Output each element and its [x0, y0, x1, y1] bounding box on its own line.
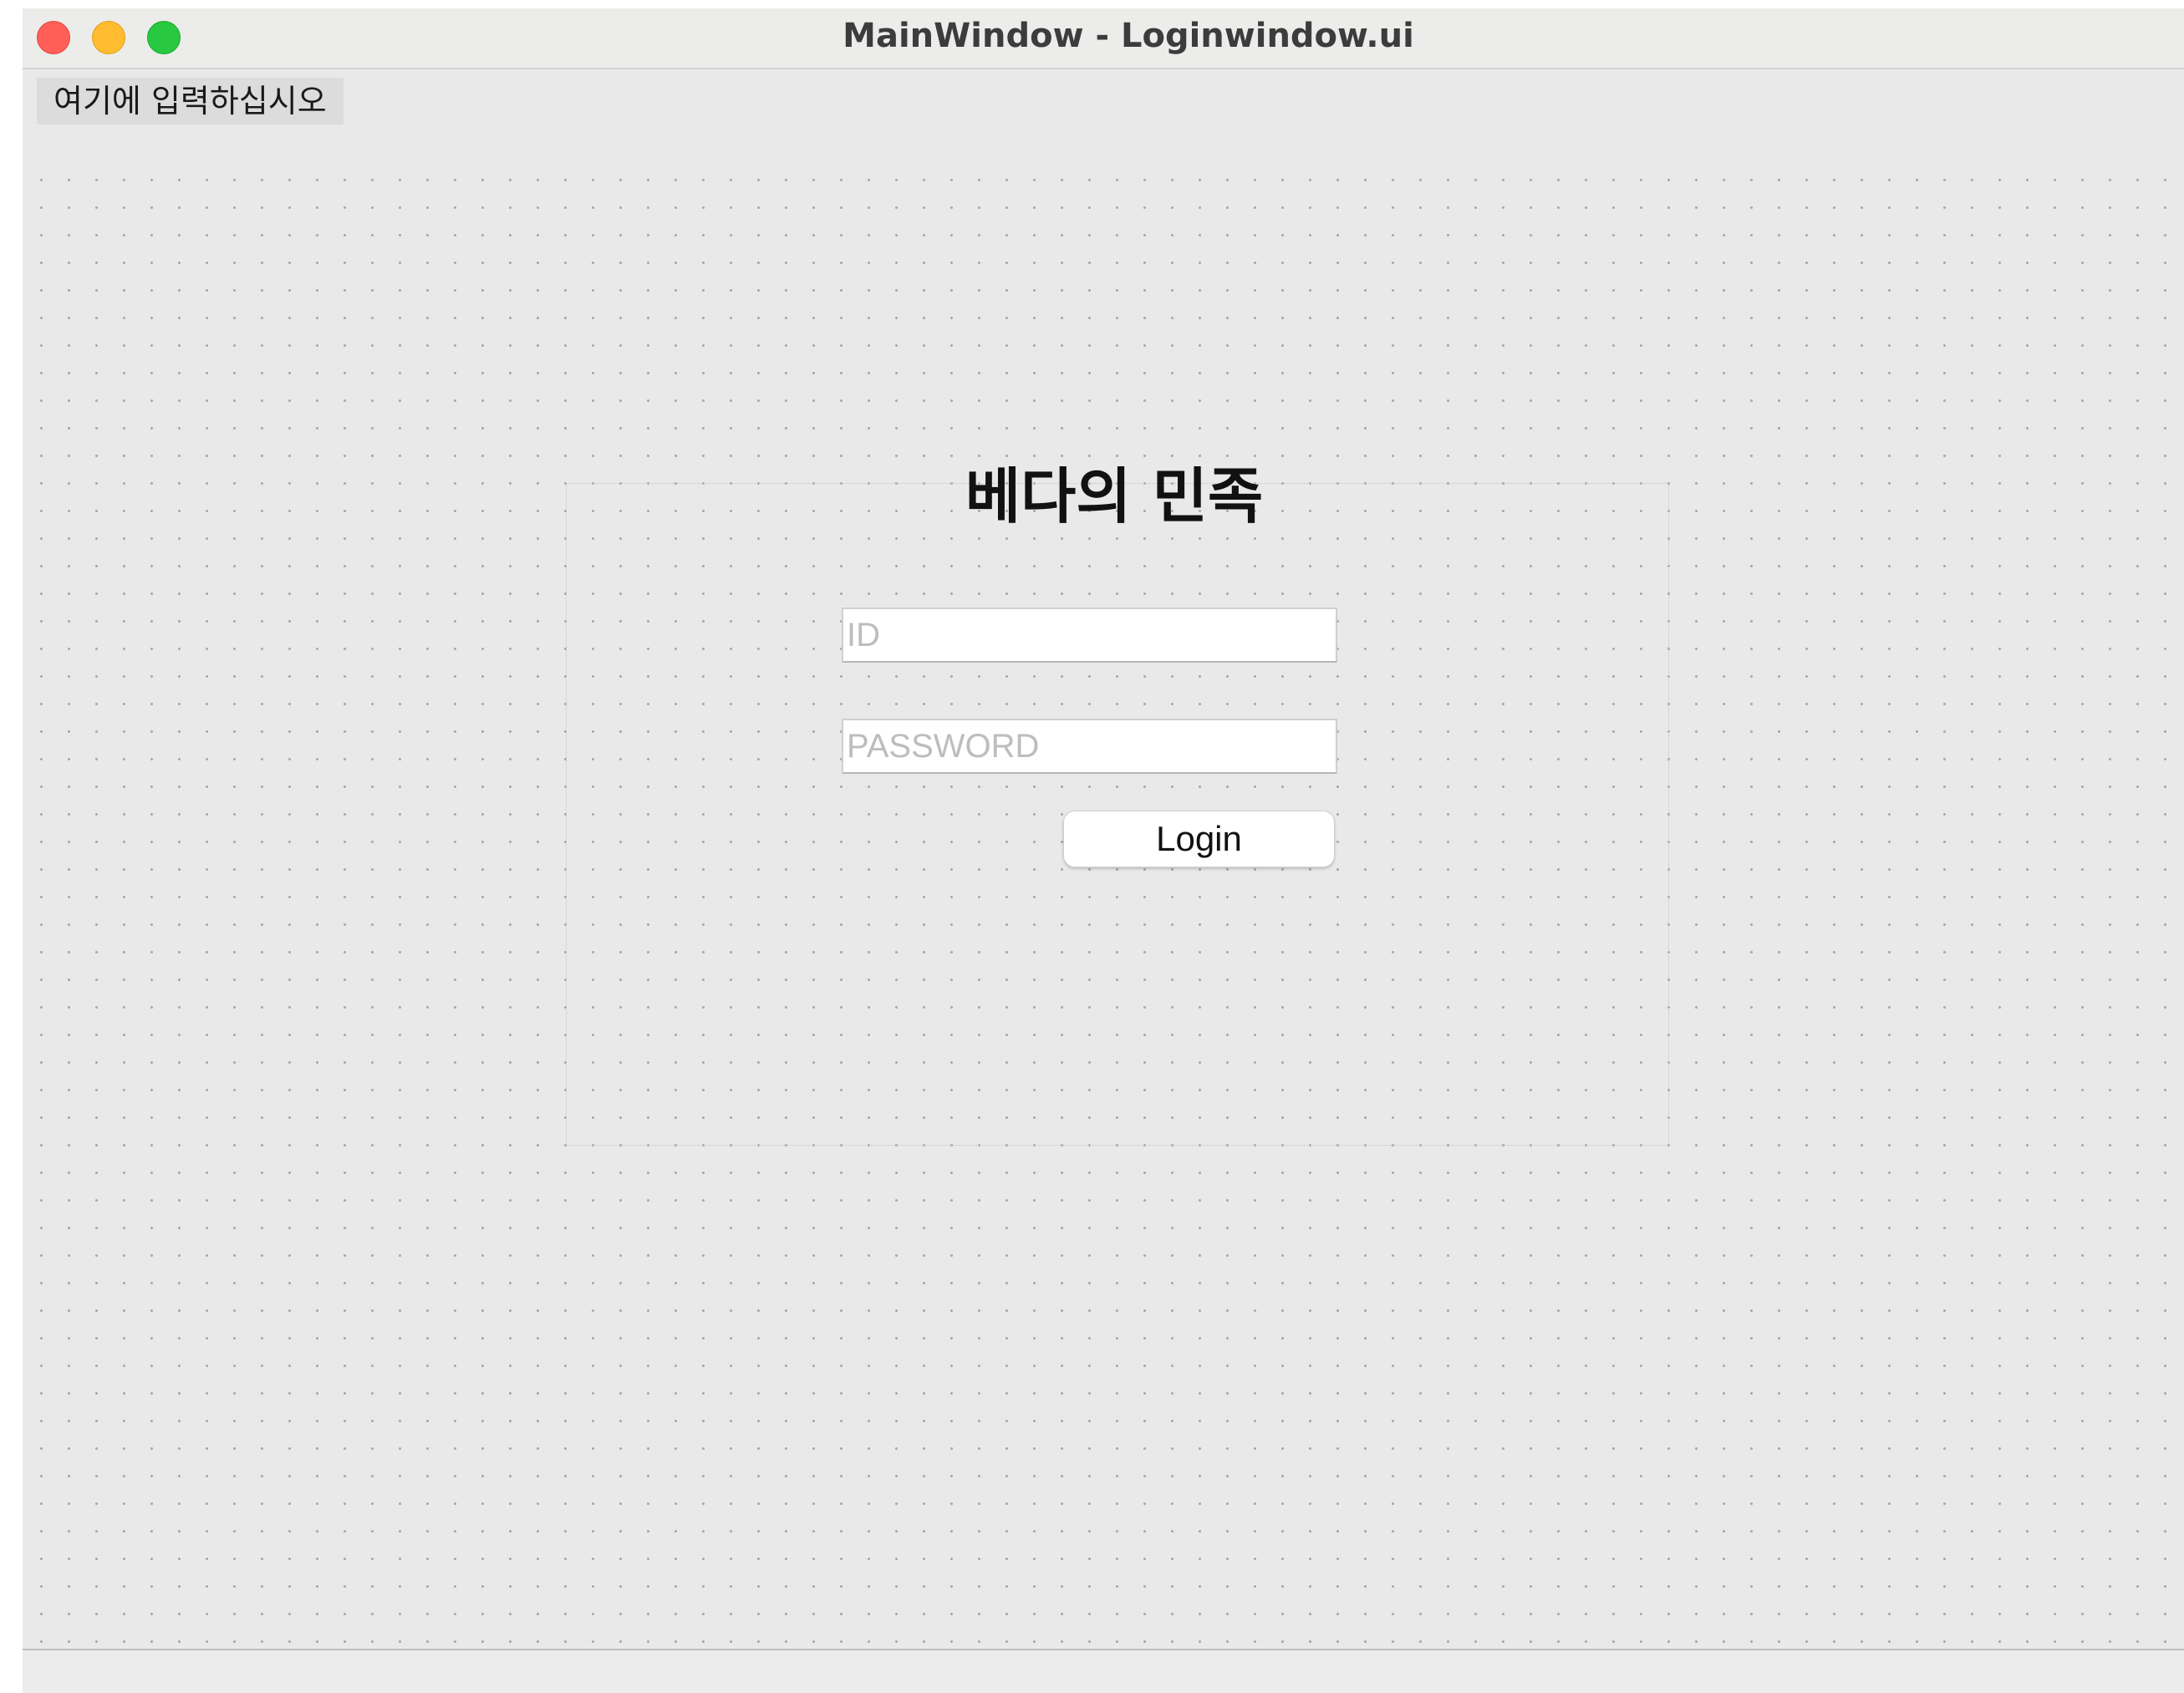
menu-bar: 여기에 입력하십시오	[23, 69, 2184, 128]
window-title: MainWindow - Loginwindow.ui	[843, 17, 1414, 55]
title-bar[interactable]: MainWindow - Loginwindow.ui	[23, 8, 2184, 69]
main-window: MainWindow - Loginwindow.ui 여기에 입력하십시오 베…	[23, 8, 2184, 1693]
designer-canvas[interactable]	[23, 161, 2184, 1649]
status-bar	[23, 1649, 2184, 1693]
app-title-label: 베다의 민족	[965, 461, 1264, 531]
password-input[interactable]	[842, 719, 1337, 774]
menu-item-type-here[interactable]: 여기에 입력하십시오	[37, 78, 344, 125]
login-button[interactable]: Login	[1063, 811, 1335, 867]
id-input[interactable]	[842, 608, 1337, 663]
